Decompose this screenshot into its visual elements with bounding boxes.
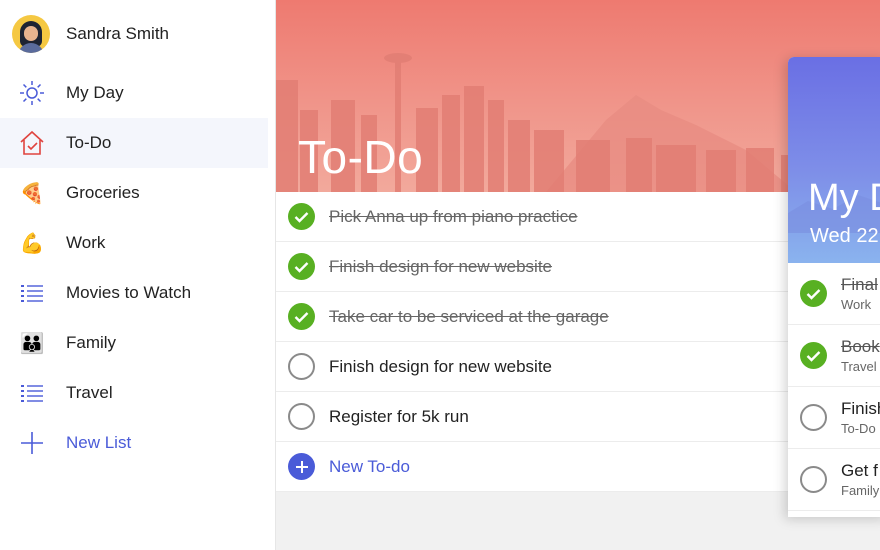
task-label: Finish design for new website	[329, 256, 553, 276]
avatar	[12, 15, 50, 53]
my-day-card[interactable]: My D Wed 22 Final Work Book Travel Finis…	[788, 57, 880, 517]
sidebar: Sandra Smith My Day To-Do 🍕 Groceries 💪 …	[0, 0, 276, 550]
new-todo-label: New To-do	[329, 456, 410, 476]
sidebar-item-label: Family	[66, 333, 117, 352]
empty-circle-checkbox-icon[interactable]	[800, 466, 827, 493]
my-day-task-item[interactable]: Get f Family	[788, 449, 880, 511]
user-profile[interactable]: Sandra Smith	[0, 0, 275, 68]
task-title: Book	[841, 337, 880, 356]
new-list-button[interactable]: New List	[0, 418, 275, 468]
list-icon	[18, 379, 46, 407]
completed-check-icon[interactable]	[288, 203, 315, 230]
user-name: Sandra Smith	[66, 24, 169, 43]
empty-circle-checkbox-icon[interactable]	[288, 403, 315, 430]
my-day-task-item[interactable]: Book Travel	[788, 325, 880, 387]
my-day-header-banner: My D Wed 22	[788, 57, 880, 263]
sidebar-item-my-day[interactable]: My Day	[0, 68, 275, 118]
task-list-name: Travel	[841, 359, 877, 374]
task-title: Finish	[841, 399, 880, 418]
task-list-name: Work	[841, 297, 872, 312]
sun-icon	[18, 79, 46, 107]
task-label: Take car to be serviced at the garage	[329, 306, 609, 326]
task-list-name: To-Do	[841, 421, 876, 436]
flexed-biceps-icon: 💪	[19, 232, 45, 255]
sidebar-item-label: To-Do	[66, 133, 112, 152]
my-day-title: My D	[808, 177, 880, 219]
my-day-date: Wed 22	[810, 225, 879, 247]
family-icon: 👪	[19, 332, 45, 355]
sidebar-item-label: My Day	[66, 83, 124, 102]
list-title: To-Do	[298, 131, 424, 183]
sidebar-item-label: Work	[66, 233, 106, 252]
completed-check-icon[interactable]	[288, 303, 315, 330]
empty-circle-checkbox-icon[interactable]	[288, 353, 315, 380]
task-title: Get f	[841, 461, 878, 480]
my-day-task-item[interactable]: Final Work	[788, 263, 880, 325]
pizza-icon: 🍕	[19, 182, 45, 205]
completed-check-icon[interactable]	[800, 280, 827, 307]
task-label: Register for 5k run	[329, 406, 469, 426]
empty-circle-checkbox-icon[interactable]	[800, 404, 827, 431]
sidebar-item-groceries[interactable]: 🍕 Groceries	[0, 168, 275, 218]
sidebar-item-label: Movies to Watch	[66, 283, 192, 302]
completed-check-icon[interactable]	[288, 253, 315, 280]
task-title: Final	[841, 275, 878, 294]
list-icon	[18, 279, 46, 307]
home-check-icon	[18, 129, 46, 157]
new-list-label: New List	[66, 433, 132, 452]
sidebar-item-label: Groceries	[66, 183, 140, 202]
sidebar-item-travel[interactable]: Travel	[0, 368, 275, 418]
sidebar-item-family[interactable]: 👪 Family	[0, 318, 275, 368]
lists-nav: My Day To-Do 🍕 Groceries 💪 Work Movies t…	[0, 68, 275, 468]
task-label: Pick Anna up from piano practice	[329, 206, 578, 226]
task-list-name: Family	[841, 483, 880, 498]
my-day-task-item[interactable]: Finish To-Do	[788, 387, 880, 449]
sidebar-item-movies-to-watch[interactable]: Movies to Watch	[0, 268, 275, 318]
sidebar-item-label: Travel	[66, 383, 113, 402]
plus-icon	[18, 429, 46, 457]
sidebar-item-to-do[interactable]: To-Do	[0, 118, 268, 168]
add-circle-icon	[288, 453, 315, 480]
sidebar-item-work[interactable]: 💪 Work	[0, 218, 275, 268]
completed-check-icon[interactable]	[800, 342, 827, 369]
task-label: Finish design for new website	[329, 356, 553, 376]
